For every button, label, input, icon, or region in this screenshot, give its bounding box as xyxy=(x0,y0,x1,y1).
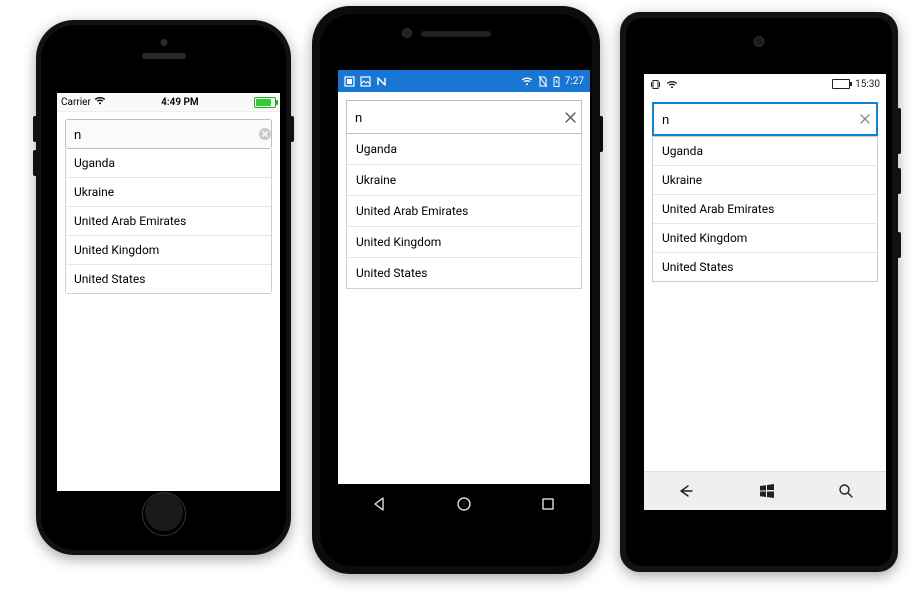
clock-label: 4:49 PM xyxy=(161,97,199,108)
vibrate-icon xyxy=(650,79,661,90)
autocomplete-suggestions: Uganda Ukraine United Arab Emirates Unit… xyxy=(652,136,878,282)
front-camera xyxy=(754,36,765,47)
android-status-bar: 7:27 xyxy=(338,70,590,92)
suggestion-item[interactable]: United Kingdom xyxy=(66,236,271,265)
wp-app-content: Uganda Ukraine United Arab Emirates Unit… xyxy=(644,94,886,472)
close-icon xyxy=(859,113,871,125)
home-button[interactable] xyxy=(452,492,476,516)
suggestion-item[interactable]: Ukraine xyxy=(653,166,877,195)
battery-icon xyxy=(832,79,850,89)
clear-input-button[interactable] xyxy=(854,113,876,125)
autocomplete-input-container xyxy=(652,102,878,136)
ios-app-content: Uganda Ukraine United Arab Emirates Unit… xyxy=(57,111,280,491)
volume-rocker xyxy=(898,108,901,154)
close-icon xyxy=(564,111,577,124)
iphone-device: Carrier 4:49 PM xyxy=(36,20,291,555)
suggestion-item[interactable]: Uganda xyxy=(66,149,271,178)
front-camera xyxy=(160,39,167,46)
start-button[interactable] xyxy=(759,483,775,499)
clock-label: 7:27 xyxy=(565,76,584,87)
wp-status-bar: 15:30 xyxy=(644,74,886,94)
android-screen: 7:27 Uganda Ukraine United Arab Emirates xyxy=(338,70,590,524)
clock-label: 15:30 xyxy=(855,79,880,90)
home-button[interactable] xyxy=(142,492,186,536)
back-button[interactable] xyxy=(368,492,392,516)
autocomplete-input[interactable] xyxy=(347,110,559,125)
wp-screen: 15:30 Uganda Ukraine United Arab Emirate… xyxy=(644,74,886,510)
android-app-content: Uganda Ukraine United Arab Emirates Unit… xyxy=(338,92,590,484)
autocomplete-input[interactable] xyxy=(654,112,854,127)
suggestion-item[interactable]: Ukraine xyxy=(66,178,271,207)
clear-circle-icon xyxy=(258,127,272,141)
square-recents-icon xyxy=(539,495,557,513)
earpiece-speaker xyxy=(142,53,186,59)
suggestion-item[interactable]: United States xyxy=(653,253,877,281)
suggestion-item[interactable]: Ukraine xyxy=(347,165,581,196)
power-button xyxy=(600,116,603,152)
volume-up-button xyxy=(33,116,36,142)
windows-phone-device: 15:30 Uganda Ukraine United Arab Emirate… xyxy=(620,12,898,572)
suggestion-item[interactable]: Uganda xyxy=(653,137,877,166)
camera-button xyxy=(898,232,901,258)
volume-down-button xyxy=(33,150,36,176)
recents-button[interactable] xyxy=(536,492,560,516)
carrier-label: Carrier xyxy=(61,97,91,108)
front-camera xyxy=(402,28,412,38)
search-button[interactable] xyxy=(838,483,854,499)
android-device: 7:27 Uganda Ukraine United Arab Emirates xyxy=(312,6,600,574)
iphone-bezel: Carrier 4:49 PM xyxy=(41,25,286,550)
wp-bezel: 15:30 Uganda Ukraine United Arab Emirate… xyxy=(626,18,892,566)
android-nav-bar xyxy=(338,484,590,524)
autocomplete-suggestions: Uganda Ukraine United Arab Emirates Unit… xyxy=(346,134,582,289)
power-button xyxy=(291,116,294,142)
suggestion-item[interactable]: United States xyxy=(66,265,271,293)
suggestion-item[interactable]: Uganda xyxy=(347,134,581,165)
autocomplete-input[interactable] xyxy=(66,127,258,142)
back-button[interactable] xyxy=(676,483,696,499)
battery-icon xyxy=(254,97,276,108)
image-icon xyxy=(360,76,371,87)
autocomplete-input-container xyxy=(346,100,582,134)
autocomplete-input-container xyxy=(65,119,272,149)
wp-nav-bar xyxy=(644,471,886,510)
wifi-icon xyxy=(666,80,678,89)
power-button xyxy=(898,168,901,194)
battery-charging-icon xyxy=(553,76,560,87)
suggestion-item[interactable]: United States xyxy=(347,258,581,288)
triangle-back-icon xyxy=(371,495,389,513)
ios-status-bar: Carrier 4:49 PM xyxy=(57,93,280,112)
windows-logo-icon xyxy=(759,483,775,499)
screenshot-icon xyxy=(344,76,355,87)
suggestion-item[interactable]: United Arab Emirates xyxy=(653,195,877,224)
suggestion-item[interactable]: United Kingdom xyxy=(653,224,877,253)
n-icon xyxy=(376,76,387,87)
earpiece-speaker xyxy=(421,31,491,37)
device-comparison-stage: Carrier 4:49 PM xyxy=(0,0,920,612)
clear-input-button[interactable] xyxy=(559,111,581,124)
search-icon xyxy=(838,483,854,499)
autocomplete-suggestions: Uganda Ukraine United Arab Emirates Unit… xyxy=(65,149,272,294)
suggestion-item[interactable]: United Kingdom xyxy=(347,227,581,258)
arrow-back-icon xyxy=(676,483,696,499)
iphone-screen: Carrier 4:49 PM xyxy=(57,93,280,491)
wifi-icon xyxy=(94,96,106,108)
suggestion-item[interactable]: United Arab Emirates xyxy=(347,196,581,227)
clear-input-button[interactable] xyxy=(258,127,272,141)
no-sim-icon xyxy=(538,76,548,87)
android-bezel: 7:27 Uganda Ukraine United Arab Emirates xyxy=(320,14,592,566)
wifi-icon xyxy=(521,76,533,86)
suggestion-item[interactable]: United Arab Emirates xyxy=(66,207,271,236)
circle-home-icon xyxy=(455,495,473,513)
